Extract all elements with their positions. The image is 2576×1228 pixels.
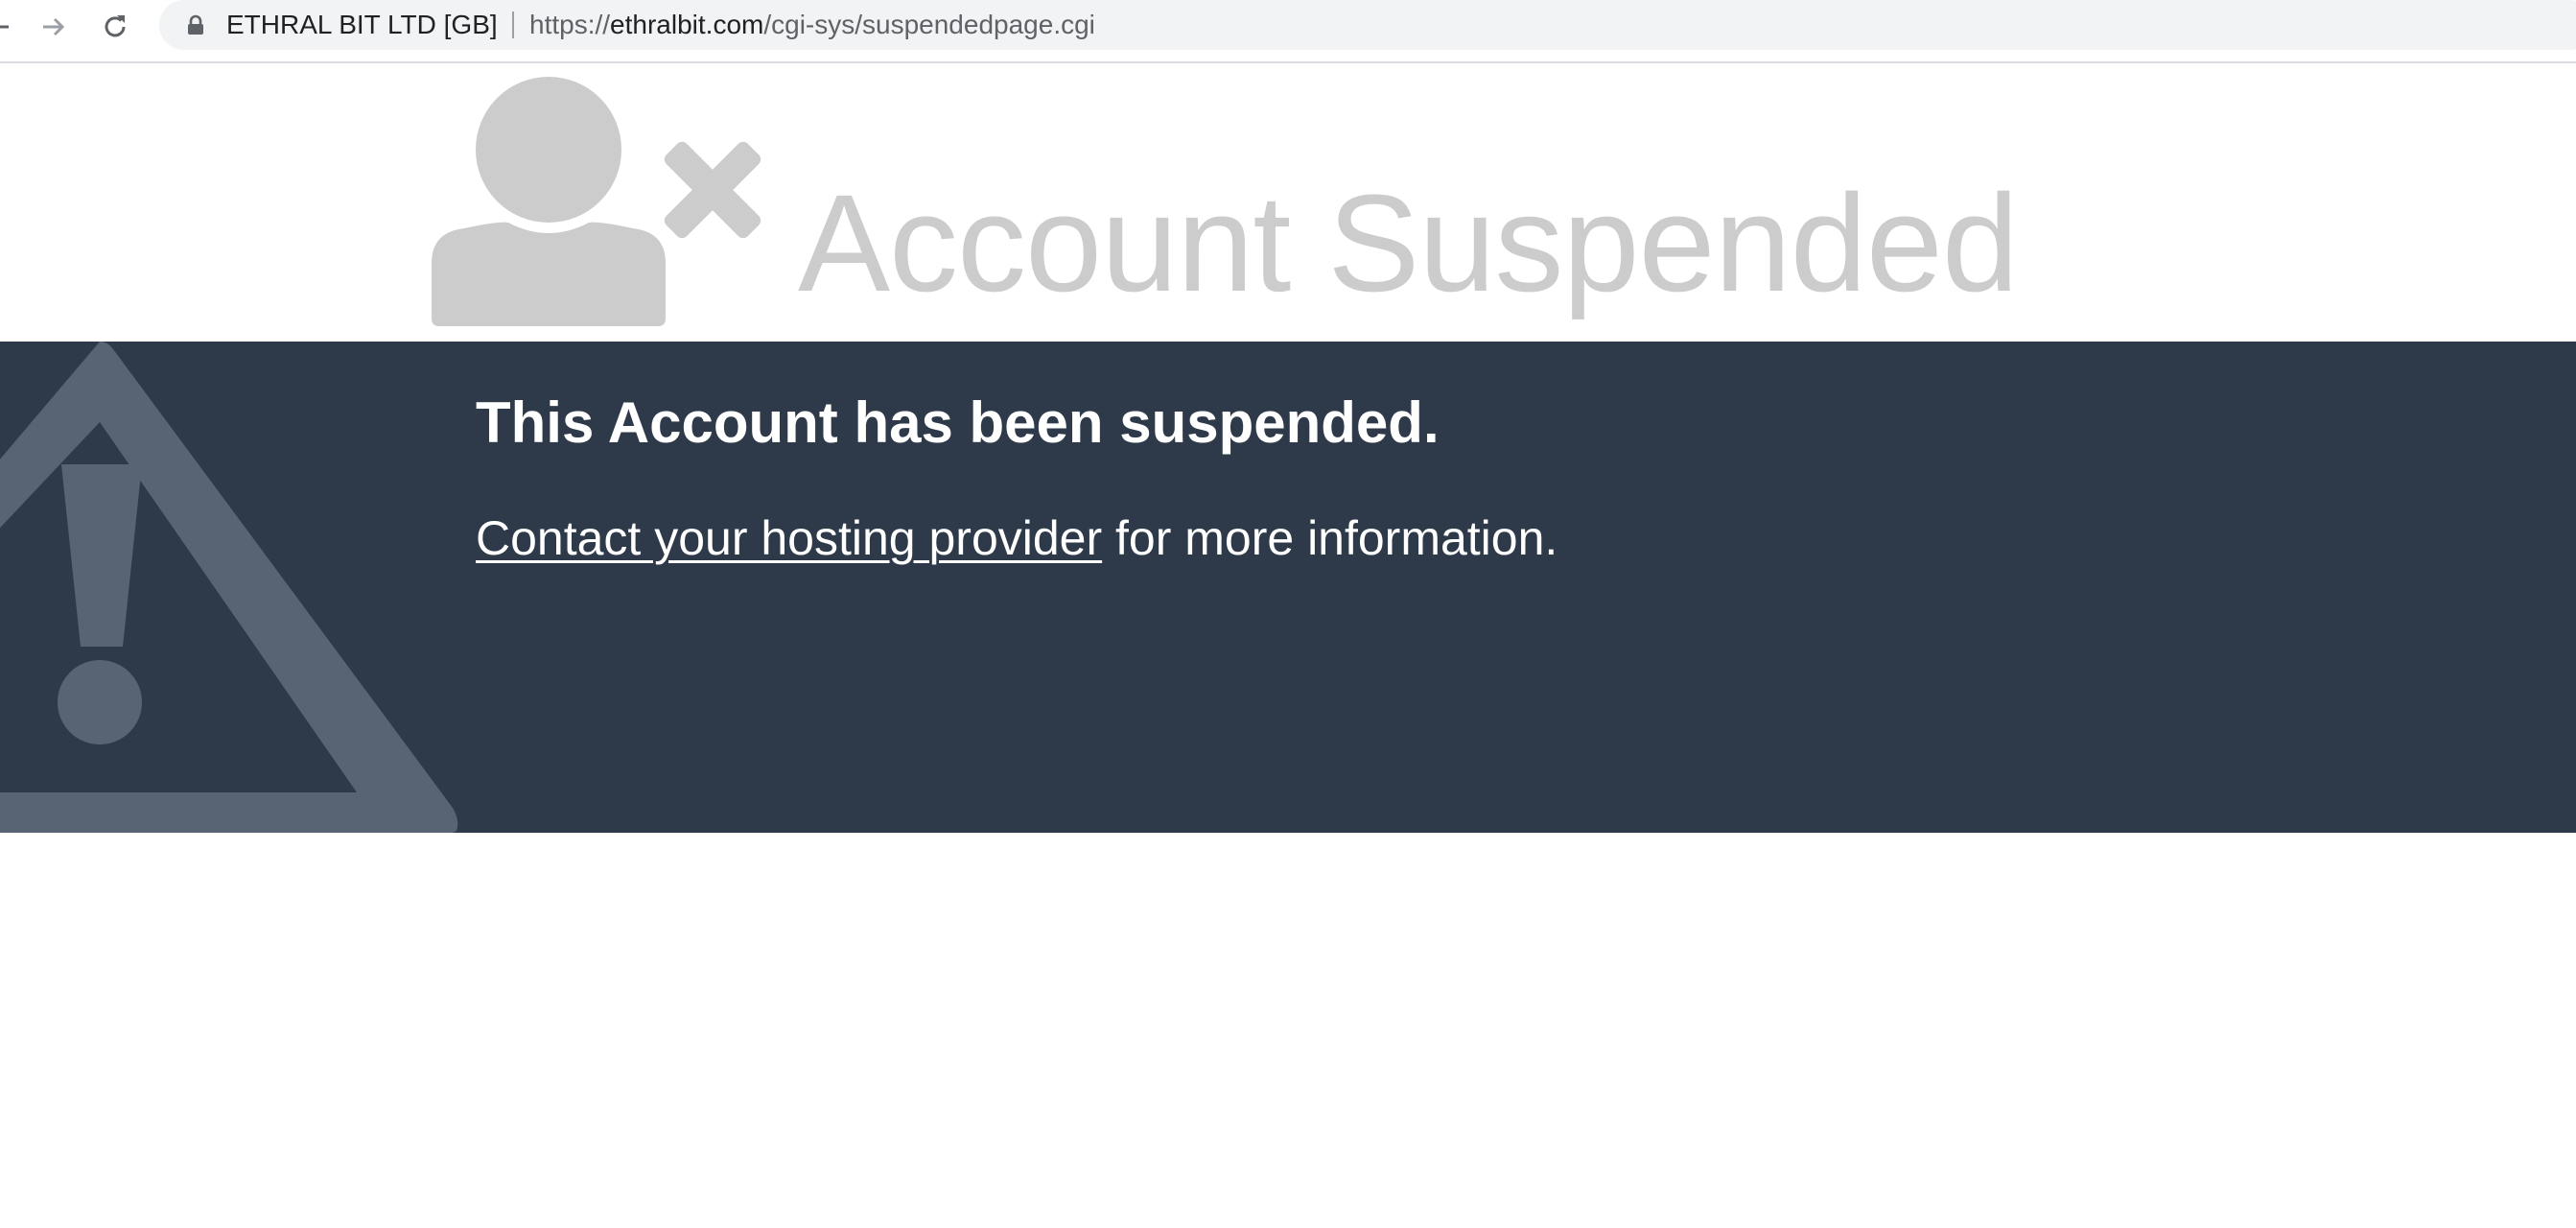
reload-button[interactable]	[96, 8, 134, 46]
url-text[interactable]: https://ethralbit.com/cgi-sys/suspendedp…	[529, 0, 1095, 50]
back-button[interactable]	[0, 8, 17, 46]
address-bar[interactable]: ETHRAL BIT LTD [GB] https://ethralbit.co…	[159, 0, 2576, 50]
message-banner: This Account has been suspended. Contact…	[0, 342, 2576, 833]
contact-provider-link[interactable]: Contact your hosting provider	[476, 511, 1102, 565]
warning-triangle-icon	[0, 342, 458, 833]
back-arrow-icon	[0, 25, 9, 29]
forward-arrow-icon	[43, 17, 65, 36]
url-path: /cgi-sys/suspendedpage.cgi	[763, 10, 1095, 39]
url-host: ethralbit.com	[610, 10, 764, 39]
suspension-headline: This Account has been suspended.	[476, 390, 1440, 455]
url-prefix: https://	[529, 10, 611, 39]
contact-message: Contact your hosting provider for more i…	[476, 512, 1557, 565]
page-header: Account Suspended	[0, 63, 2576, 342]
forward-button[interactable]	[35, 8, 73, 46]
user-x-icon	[432, 77, 761, 326]
reload-icon	[105, 15, 126, 37]
page-title: Account Suspended	[798, 166, 2019, 320]
address-divider	[512, 12, 514, 38]
certificate-label[interactable]: ETHRAL BIT LTD [GB]	[226, 0, 498, 50]
lock-icon[interactable]	[184, 13, 207, 36]
browser-toolbar: ETHRAL BIT LTD [GB] https://ethralbit.co…	[0, 0, 2576, 63]
contact-suffix: for more information.	[1102, 511, 1558, 565]
